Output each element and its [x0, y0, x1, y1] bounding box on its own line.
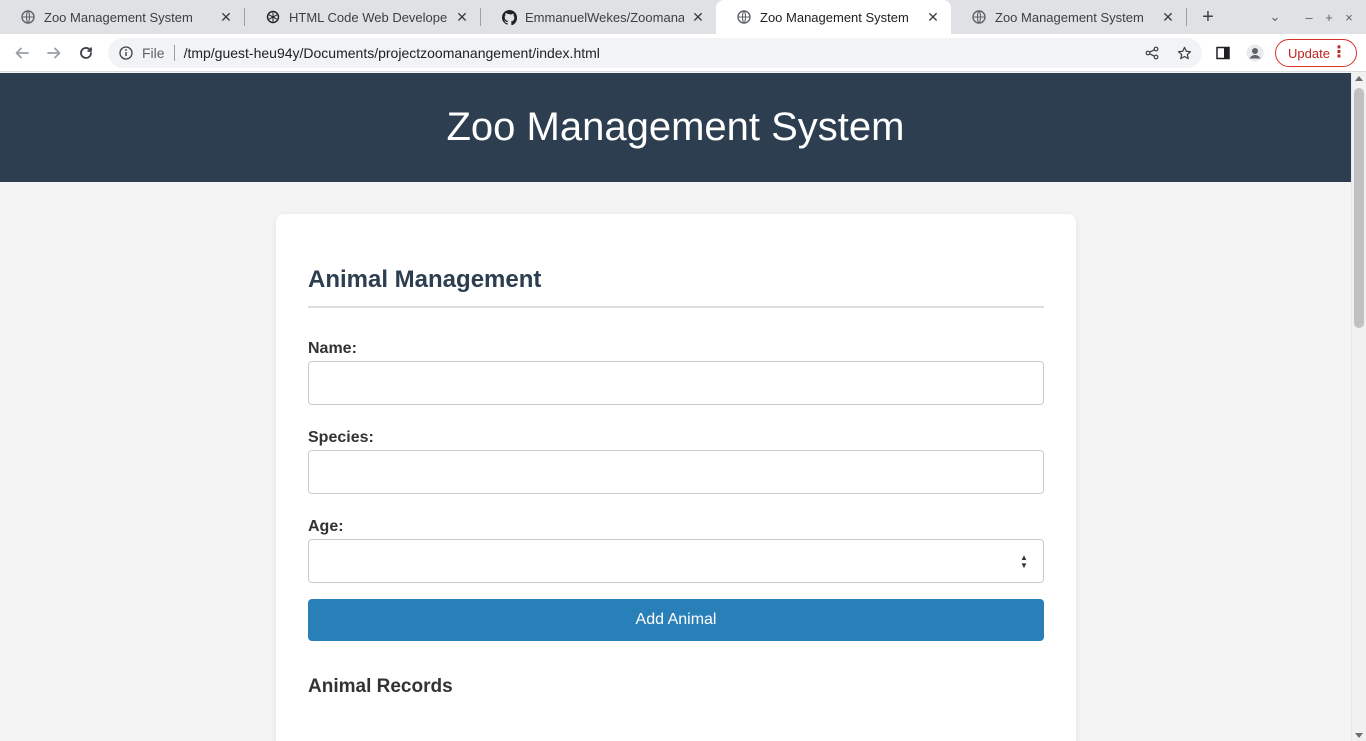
tab-title: HTML Code Web Developer. [289, 9, 448, 25]
section-divider [308, 306, 1044, 308]
window-controls: ⌄ – + × [1268, 0, 1356, 34]
name-label: Name: [308, 340, 357, 357]
page-scrollbar[interactable] [1351, 73, 1366, 741]
share-icon[interactable] [1144, 45, 1160, 61]
add-animal-button[interactable]: Add Animal [308, 599, 1044, 641]
reload-icon [80, 47, 92, 59]
github-icon [501, 9, 517, 25]
url-divider [173, 45, 175, 61]
back-button[interactable] [8, 39, 36, 67]
url-scheme-label: File [142, 45, 165, 61]
number-spinner[interactable]: ▲ ▼ [1019, 554, 1029, 570]
globe-icon [20, 9, 36, 25]
site-header: Zoo Management System [0, 73, 1351, 182]
reload-button[interactable] [72, 39, 100, 67]
age-label: Age: [308, 518, 344, 535]
update-button[interactable]: Update ⋮ [1275, 39, 1357, 67]
spinner-down-icon[interactable]: ▼ [1020, 562, 1028, 570]
close-tab-icon[interactable]: ✕ [690, 9, 706, 25]
openai-icon [265, 9, 281, 25]
scroll-down-arrow-icon[interactable] [1355, 733, 1363, 738]
address-bar[interactable]: File /tmp/guest-heu94y/Documents/project… [108, 38, 1202, 68]
scroll-up-arrow-icon[interactable] [1355, 76, 1363, 81]
more-menu-icon[interactable]: ⋮ [1331, 45, 1347, 61]
bookmark-star-icon[interactable] [1176, 45, 1192, 61]
tab-title: Zoo Management System [44, 9, 193, 25]
tab-title: Zoo Management System [995, 9, 1144, 25]
close-tab-icon[interactable]: ✕ [218, 9, 234, 25]
close-tab-icon[interactable]: ✕ [925, 9, 941, 25]
species-input[interactable] [308, 450, 1044, 494]
scrollbar-thumb[interactable] [1354, 88, 1364, 328]
url-text[interactable]: /tmp/guest-heu94y/Documents/projectzooma… [184, 45, 600, 61]
tab-strip: Zoo Management System ✕ HTML Code Web De… [0, 0, 1366, 34]
name-input[interactable] [308, 361, 1044, 405]
globe-icon [736, 9, 752, 25]
animal-management-card: Animal Management Name: Species: Age: ▲ … [276, 214, 1076, 741]
close-window-icon[interactable]: × [1342, 10, 1356, 25]
browser-tab[interactable]: HTML Code Web Developer. ✕ [245, 0, 480, 34]
tab-separator [1186, 8, 1187, 26]
update-label: Update [1288, 45, 1330, 61]
side-panel-icon[interactable] [1213, 43, 1233, 63]
records-title: Animal Records [308, 676, 453, 697]
browser-tab-active[interactable]: Zoo Management System ✕ [716, 0, 951, 34]
page-title: Zoo Management System [446, 105, 905, 149]
tab-title: Zoo Management System [760, 9, 909, 25]
close-tab-icon[interactable]: ✕ [454, 9, 470, 25]
globe-icon [971, 9, 987, 25]
browser-toolbar: File /tmp/guest-heu94y/Documents/project… [0, 34, 1366, 72]
new-tab-button[interactable]: + [1196, 5, 1220, 29]
age-input[interactable]: ▲ ▼ [308, 539, 1044, 583]
section-title: Animal Management [308, 266, 542, 293]
forward-button[interactable] [40, 39, 68, 67]
browser-tab[interactable]: EmmanuelWekes/Zoomanagement ✕ [481, 0, 716, 34]
maximize-icon[interactable]: + [1322, 10, 1336, 25]
browser-tab[interactable]: Zoo Management System ✕ [0, 0, 244, 34]
site-info-icon[interactable] [118, 45, 134, 61]
minimize-icon[interactable]: – [1302, 10, 1316, 25]
tab-search-icon[interactable]: ⌄ [1268, 9, 1282, 25]
profile-avatar-icon[interactable] [1245, 43, 1265, 63]
close-tab-icon[interactable]: ✕ [1160, 9, 1176, 25]
species-label: Species: [308, 429, 374, 446]
tab-title: EmmanuelWekes/Zoomanagement [525, 9, 684, 25]
arrow-left-icon [15, 47, 29, 59]
browser-tab[interactable]: Zoo Management System ✕ [951, 0, 1186, 34]
page-viewport: Zoo Management System Animal Management … [0, 73, 1351, 741]
arrow-right-icon [47, 47, 61, 59]
